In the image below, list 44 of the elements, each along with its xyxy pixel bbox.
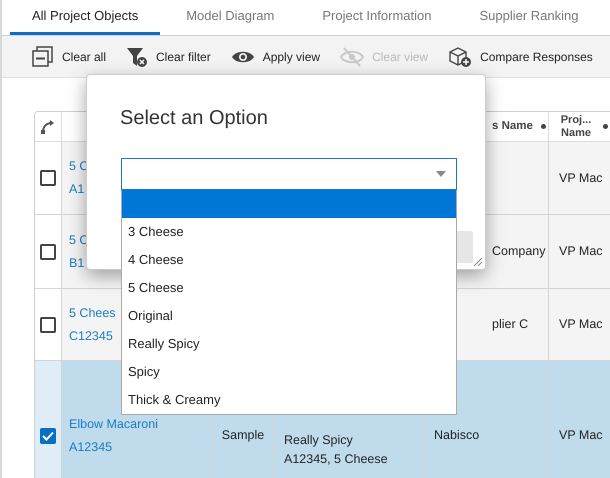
dialog-title: Select an Option [120,106,268,131]
dropdown-option[interactable]: Really Spicy [122,330,456,358]
cell-text: Really Spicy [284,432,354,449]
clear-all-icon [32,46,54,68]
object-link[interactable]: A1 [69,178,88,201]
filter-clear-icon [126,46,148,68]
toolbar-button[interactable]: Clear filter [126,46,211,68]
object-link[interactable]: C12345 [69,324,116,348]
row-checkbox[interactable] [40,316,56,332]
cell-text: Sample [222,427,264,444]
dropdown-option[interactable]: 5 Cheese [122,274,456,302]
cell-text: VP Mac [559,427,603,444]
tab[interactable]: Project Information [300,0,454,35]
cell-text: plier C [492,316,528,334]
dropdown-option[interactable]: 4 Cheese [122,246,456,274]
resize-grip-icon[interactable] [473,257,483,267]
tab[interactable]: Model Diagram [164,0,296,35]
eye-off-icon [340,46,364,68]
dropdown-option[interactable]: Original [122,302,456,330]
row-checkbox[interactable] [40,170,56,186]
box-add-icon [448,46,472,68]
cell-text: Nabisco [434,427,480,444]
cell-text: A12345, 5 Cheese [284,451,388,468]
tab[interactable]: Supplier Ranking [457,0,600,35]
row-checkbox[interactable] [40,428,56,444]
dropdown-option[interactable]: Thick & Creamy [122,386,456,414]
dropdown-option[interactable]: 3 Cheese [122,218,456,246]
toolbar-button[interactable]: Apply view [230,48,320,66]
column-header[interactable]: Proj... Name [555,114,597,140]
option-select[interactable] [121,158,457,190]
object-link[interactable]: B1 [69,252,88,274]
cell-text: VP Mac [559,170,603,187]
dropdown-caret-icon [436,171,446,177]
checkmark-icon [42,430,54,440]
dropdown-option[interactable]: Spicy [122,358,456,386]
cell-text: VP Mac [559,243,603,260]
cell-text: Company [492,243,546,260]
toolbar-button[interactable]: Compare Responses [448,46,593,68]
curved-arrow-icon[interactable] [41,120,55,134]
object-link[interactable]: 5 Chees [69,302,116,324]
cell-text: VP Mac [559,316,603,334]
row-checkbox[interactable] [40,244,56,260]
column-header[interactable]: s Name [492,118,533,136]
toolbar-button[interactable]: Clear all [32,46,106,68]
